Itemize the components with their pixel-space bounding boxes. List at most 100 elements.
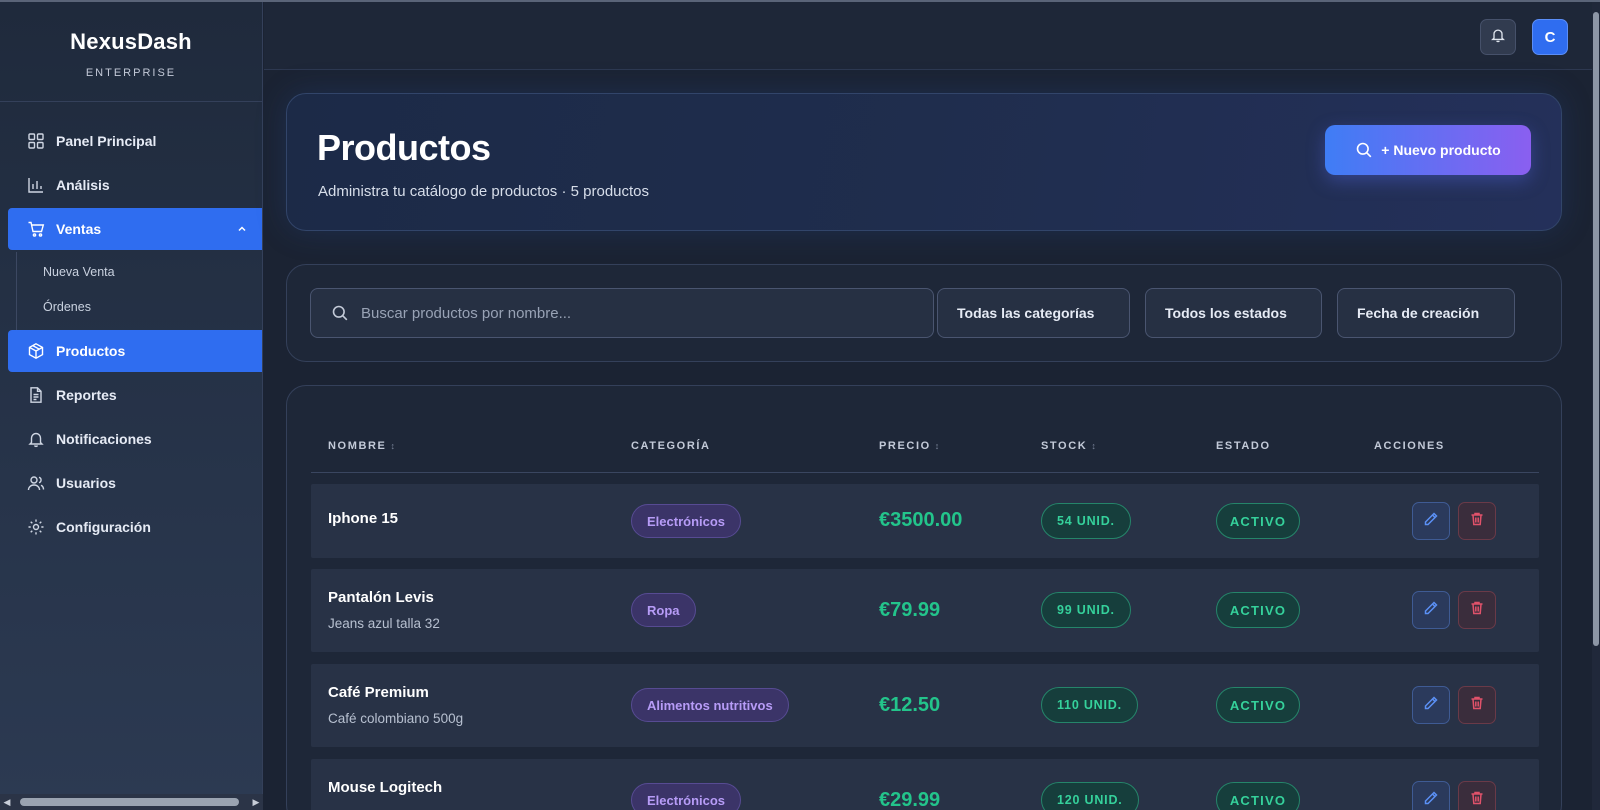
users-icon xyxy=(27,474,45,492)
column-header-name[interactable]: NOMBRE ↕ xyxy=(328,440,397,452)
search-input[interactable] xyxy=(361,304,921,322)
delete-button[interactable] xyxy=(1458,502,1496,540)
sidebar-item-configuracion[interactable]: Configuración xyxy=(8,506,254,548)
new-product-button[interactable]: + Nuevo producto xyxy=(1325,125,1531,175)
trash-icon xyxy=(1469,600,1485,621)
top-header: C xyxy=(264,2,1592,70)
page-hero: Productos Administra tu catálogo de prod… xyxy=(286,93,1562,231)
sidebar-item-label: Análisis xyxy=(56,177,110,193)
brand-edition: ENTERPRISE xyxy=(85,67,177,79)
sidebar-item-productos[interactable]: Productos xyxy=(8,330,262,372)
sidebar-nav: Panel Principal Análisis Ventas Nueva Ve… xyxy=(0,102,262,548)
column-header-actions: ACCIONES xyxy=(1374,440,1445,452)
box-icon xyxy=(27,342,45,360)
edit-button[interactable] xyxy=(1412,686,1450,724)
category-filter-select[interactable]: Todas las categorías xyxy=(937,288,1130,338)
sidebar-item-label: Notificaciones xyxy=(56,431,152,447)
table-row[interactable]: Café Premium Café colombiano 500g Alimen… xyxy=(311,664,1539,747)
pencil-icon xyxy=(1423,600,1439,621)
sidebar-item-ventas[interactable]: Ventas xyxy=(8,208,262,250)
sidebar-item-label: Productos xyxy=(56,343,126,359)
sidebar-item-notificaciones[interactable]: Notificaciones xyxy=(8,418,254,460)
stock-badge: 99 UNID. xyxy=(1041,592,1131,628)
submenu-item-ordenes[interactable]: Órdenes xyxy=(1,289,262,324)
scrollbar-thumb[interactable] xyxy=(20,798,239,806)
bell-icon xyxy=(1490,27,1506,48)
sidebar-item-usuarios[interactable]: Usuarios xyxy=(8,462,254,504)
product-name: Pantalón Levis xyxy=(328,589,434,606)
sidebar-item-label: Panel Principal xyxy=(56,133,157,149)
grid-icon xyxy=(27,132,45,150)
status-badge: ACTIVO xyxy=(1216,782,1300,810)
pencil-icon xyxy=(1423,790,1439,810)
filters-bar: Todas las categorías Todos los estados F… xyxy=(286,264,1562,362)
bar-chart-icon xyxy=(27,176,45,194)
product-price: €12.50 xyxy=(879,694,941,716)
sort-icon: ↕ xyxy=(390,441,397,451)
scroll-left-icon[interactable]: ◀ xyxy=(0,797,14,808)
sidebar-item-label: Reportes xyxy=(56,387,117,403)
sidebar-item-label: Usuarios xyxy=(56,475,116,491)
category-badge: Electrónicos xyxy=(631,504,742,538)
edit-button[interactable] xyxy=(1412,591,1450,629)
submenu-item-nueva-venta[interactable]: Nueva Venta xyxy=(1,254,262,289)
delete-button[interactable] xyxy=(1458,781,1496,810)
table-row[interactable]: Pantalón Levis Jeans azul talla 32 Ropa … xyxy=(311,569,1539,652)
brand: NexusDash ENTERPRISE xyxy=(0,2,262,102)
brand-name: NexusDash xyxy=(70,29,192,54)
trash-icon xyxy=(1469,695,1485,716)
trash-icon xyxy=(1469,790,1485,810)
bell-icon xyxy=(27,430,45,448)
table-row[interactable]: Iphone 15 Electrónicos €3500.00 54 UNID.… xyxy=(311,484,1539,558)
product-description: Café colombiano 500g xyxy=(328,711,464,726)
sidebar-horizontal-scrollbar[interactable]: ◀ ▶ xyxy=(0,794,263,810)
product-price: €29.99 xyxy=(879,789,941,810)
ventas-submenu: Nueva Venta Órdenes xyxy=(16,252,262,330)
edit-button[interactable] xyxy=(1412,502,1450,540)
cart-icon xyxy=(27,220,45,238)
table-header: NOMBRE ↕ CATEGORÍA PRECIO ↕ STOCK ↕ ESTADO … xyxy=(311,386,1539,473)
status-badge: ACTIVO xyxy=(1216,592,1300,628)
sidebar-item-panel-principal[interactable]: Panel Principal xyxy=(8,120,254,162)
sort-icon: ↕ xyxy=(934,441,941,451)
document-icon xyxy=(27,386,45,404)
delete-button[interactable] xyxy=(1458,591,1496,629)
gear-icon xyxy=(27,518,45,536)
scrollbar-thumb[interactable] xyxy=(1593,12,1599,646)
stock-badge: 120 UNID. xyxy=(1041,782,1139,810)
product-name: Café Premium xyxy=(328,684,429,701)
sort-icon: ↕ xyxy=(1091,441,1098,451)
new-product-label: + Nuevo producto xyxy=(1381,142,1501,158)
page-subtitle: Administra tu catálogo de productos · 5 … xyxy=(318,183,650,200)
column-header-price[interactable]: PRECIO ↕ xyxy=(879,440,941,452)
scroll-right-icon[interactable]: ▶ xyxy=(249,797,263,808)
stock-badge: 54 UNID. xyxy=(1041,503,1131,539)
search-box[interactable] xyxy=(310,288,934,338)
column-header-status: ESTADO xyxy=(1216,440,1271,452)
status-filter-select[interactable]: Todos los estados xyxy=(1145,288,1322,338)
category-badge: Ropa xyxy=(631,593,696,627)
avatar[interactable]: C xyxy=(1532,19,1568,55)
chevron-up-icon[interactable] xyxy=(236,223,248,235)
sidebar-item-reportes[interactable]: Reportes xyxy=(8,374,254,416)
product-description: Jeans azul talla 32 xyxy=(328,616,440,631)
pencil-icon xyxy=(1423,695,1439,716)
status-badge: ACTIVO xyxy=(1216,687,1300,723)
column-header-stock[interactable]: STOCK ↕ xyxy=(1041,440,1097,452)
page-vertical-scrollbar[interactable] xyxy=(1592,2,1600,810)
sidebar-item-label: Configuración xyxy=(56,519,151,535)
edit-button[interactable] xyxy=(1412,781,1450,810)
search-icon xyxy=(331,304,349,322)
date-sort-select[interactable]: Fecha de creación xyxy=(1337,288,1515,338)
product-price: €3500.00 xyxy=(879,509,963,531)
search-icon xyxy=(1355,141,1373,159)
table-row[interactable]: Mouse Logitech Electrónicos €29.99 120 U… xyxy=(311,759,1539,810)
sidebar: NexusDash ENTERPRISE Panel Principal Aná… xyxy=(0,2,263,810)
pencil-icon xyxy=(1423,511,1439,532)
sidebar-item-analisis[interactable]: Análisis xyxy=(8,164,254,206)
column-header-category: CATEGORÍA xyxy=(631,440,711,452)
delete-button[interactable] xyxy=(1458,686,1496,724)
notifications-button[interactable] xyxy=(1480,19,1516,55)
stock-badge: 110 UNID. xyxy=(1041,687,1138,723)
category-badge: Electrónicos xyxy=(631,783,742,810)
